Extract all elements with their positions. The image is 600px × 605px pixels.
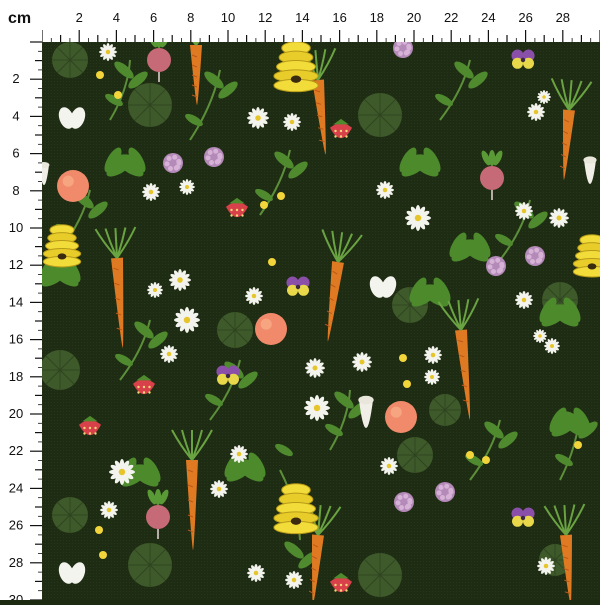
yellow-flower xyxy=(260,201,268,209)
peach xyxy=(385,401,417,433)
clover-flower xyxy=(163,153,183,173)
ruler-label-top: 6 xyxy=(150,10,157,25)
ruler-label-top: 24 xyxy=(481,10,495,25)
ruler-label-top: 16 xyxy=(332,10,346,25)
yellow-flower xyxy=(482,456,490,464)
ruler-label-left: 10 xyxy=(9,220,23,235)
ruler-unit-label: cm xyxy=(8,10,31,28)
clover-flower xyxy=(394,492,414,512)
peach xyxy=(57,170,89,202)
ruler-label-left: 28 xyxy=(9,555,23,570)
ruler-label-top: 18 xyxy=(370,10,384,25)
ruler-label-top: 10 xyxy=(221,10,235,25)
ruler-label-left: 26 xyxy=(9,518,23,533)
yellow-flower xyxy=(99,551,107,559)
peach xyxy=(255,313,287,345)
ruler-label-left: 18 xyxy=(9,369,23,384)
yellow-flower xyxy=(95,526,103,534)
ruler-label-left: 8 xyxy=(12,183,19,198)
ruler-label-left: 4 xyxy=(12,108,19,123)
clover-flower xyxy=(204,147,224,167)
clover-flower xyxy=(435,482,455,502)
yellow-flower xyxy=(466,451,474,459)
ruler-label-top: 20 xyxy=(407,10,421,25)
ruler-label-left: 24 xyxy=(9,480,23,495)
ruler-label-top: 4 xyxy=(113,10,120,25)
clover-flower xyxy=(525,246,545,266)
yellow-flower xyxy=(114,91,122,99)
ruler-label-left: 22 xyxy=(9,443,23,458)
fabric-pattern: 246810121416182022242628 246810121416182… xyxy=(0,0,600,600)
ruler-label-left: 30 xyxy=(9,592,23,600)
ruler-label-top: 26 xyxy=(518,10,532,25)
ruler-top: 246810121416182022242628 xyxy=(0,0,600,42)
ruler-label-left: 6 xyxy=(12,146,19,161)
ruler-label-top: 28 xyxy=(556,10,570,25)
yellow-flower xyxy=(403,380,411,388)
yellow-flower xyxy=(96,71,104,79)
ruler-label-top: 22 xyxy=(444,10,458,25)
ruler-label-left: 2 xyxy=(12,71,19,86)
ruler-label-top: 2 xyxy=(76,10,83,25)
yellow-flower xyxy=(399,354,407,362)
clover-flower xyxy=(486,256,506,276)
ruler-label-left: 20 xyxy=(9,406,23,421)
ruler-left: 24681012141618202224262830 xyxy=(0,0,42,600)
ruler-label-left: 14 xyxy=(9,294,23,309)
yellow-flower xyxy=(277,192,285,200)
fabric-swatch: 246810121416182022242628 246810121416182… xyxy=(0,0,600,600)
yellow-flower xyxy=(574,441,582,449)
ruler-label-left: 12 xyxy=(9,257,23,272)
yellow-flower xyxy=(268,258,276,266)
ruler-label-top: 8 xyxy=(187,10,194,25)
ruler-label-left: 16 xyxy=(9,332,23,347)
ruler-label-top: 12 xyxy=(258,10,272,25)
ruler-label-top: 14 xyxy=(295,10,309,25)
